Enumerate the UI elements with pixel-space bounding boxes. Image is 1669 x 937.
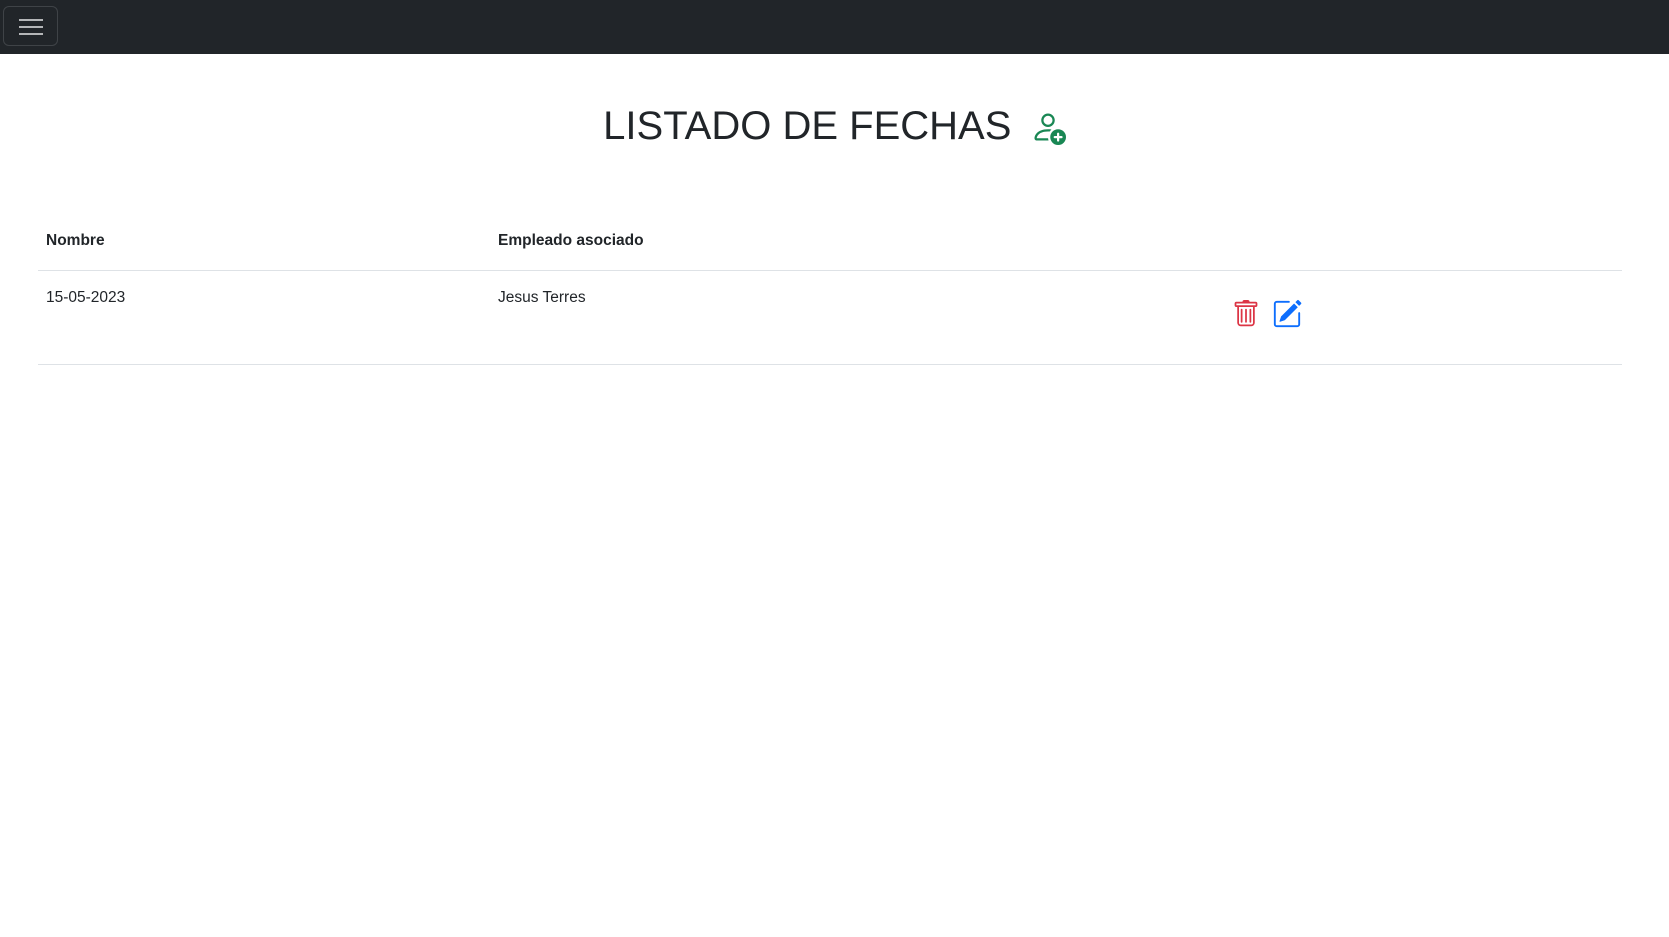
cell-actions	[1224, 270, 1622, 365]
cell-nombre: 15-05-2023	[38, 270, 490, 365]
table-header-row: Nombre Empleado asociado	[38, 212, 1622, 271]
navbar	[0, 0, 1669, 54]
hamburger-icon-line	[19, 33, 43, 35]
edit-icon[interactable]	[1272, 299, 1302, 329]
person-plus-icon[interactable]	[1030, 109, 1066, 145]
cell-empleado: Jesus Terres	[490, 270, 1224, 365]
navbar-toggle-button[interactable]	[3, 6, 58, 46]
table-row: 15-05-2023 Jesus Terres	[38, 270, 1622, 365]
hamburger-icon-line	[19, 26, 43, 28]
trash-icon[interactable]	[1232, 299, 1260, 329]
page-header: LISTADO DE FECHAS	[0, 104, 1669, 149]
dates-table: Nombre Empleado asociado 15-05-2023 Jesu…	[38, 212, 1622, 365]
hamburger-icon	[19, 19, 43, 21]
page-title: LISTADO DE FECHAS	[603, 104, 1012, 148]
column-header-empleado: Empleado asociado	[490, 212, 1224, 271]
column-header-actions	[1224, 212, 1622, 271]
column-header-nombre: Nombre	[38, 212, 490, 271]
